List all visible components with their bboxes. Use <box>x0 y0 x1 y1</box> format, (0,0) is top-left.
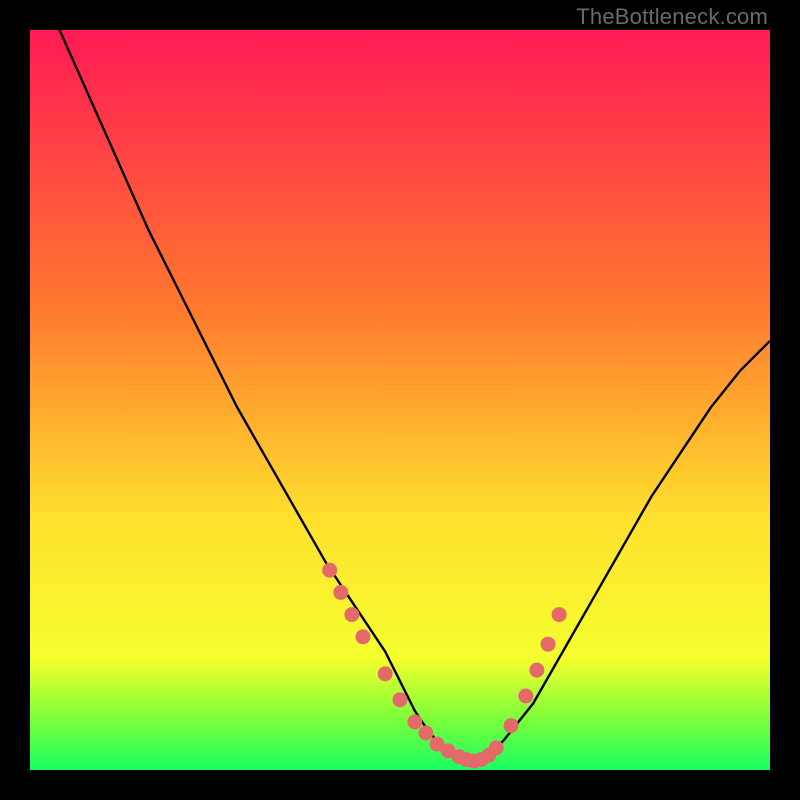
highlight-dot <box>541 637 556 652</box>
highlight-dot <box>356 629 371 644</box>
highlight-dot <box>418 726 433 741</box>
highlight-dot <box>552 607 567 622</box>
highlight-dot <box>333 585 348 600</box>
highlight-dot <box>393 692 408 707</box>
bottleneck-chart <box>30 30 770 770</box>
chart-frame <box>30 30 770 770</box>
highlight-dot <box>504 718 519 733</box>
highlight-dot <box>344 607 359 622</box>
highlight-dot <box>378 666 393 681</box>
highlight-dot <box>529 663 544 678</box>
highlight-dot <box>407 714 422 729</box>
gradient-background <box>30 30 770 770</box>
highlight-dot <box>489 740 504 755</box>
highlight-dot <box>322 563 337 578</box>
watermark-text: TheBottleneck.com <box>576 4 768 30</box>
highlight-dot <box>518 689 533 704</box>
